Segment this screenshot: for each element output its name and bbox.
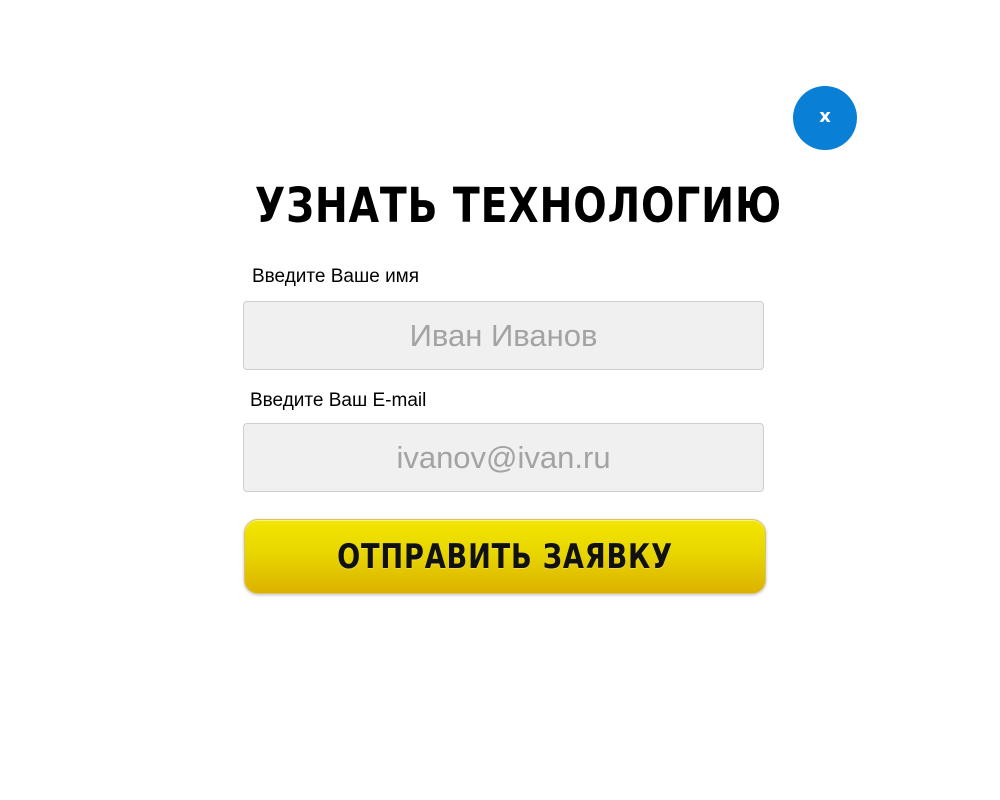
email-label: Введите Ваш E-mail xyxy=(250,390,427,411)
name-input[interactable] xyxy=(243,301,764,370)
name-label: Введите Ваше имя xyxy=(252,266,420,287)
close-icon: x xyxy=(819,106,831,127)
submit-button[interactable]: ОТПРАВИТЬ ЗАЯВКУ xyxy=(244,519,766,594)
close-button[interactable]: x xyxy=(793,86,857,150)
submit-button-label: ОТПРАВИТЬ ЗАЯВКУ xyxy=(337,537,673,577)
request-modal: x УЗНАТЬ ТЕХНОЛОГИЮ Введите Ваше имя Вве… xyxy=(0,0,1000,800)
modal-title: УЗНАТЬ ТЕХНОЛОГИЮ xyxy=(254,178,782,234)
email-input[interactable] xyxy=(243,423,764,492)
